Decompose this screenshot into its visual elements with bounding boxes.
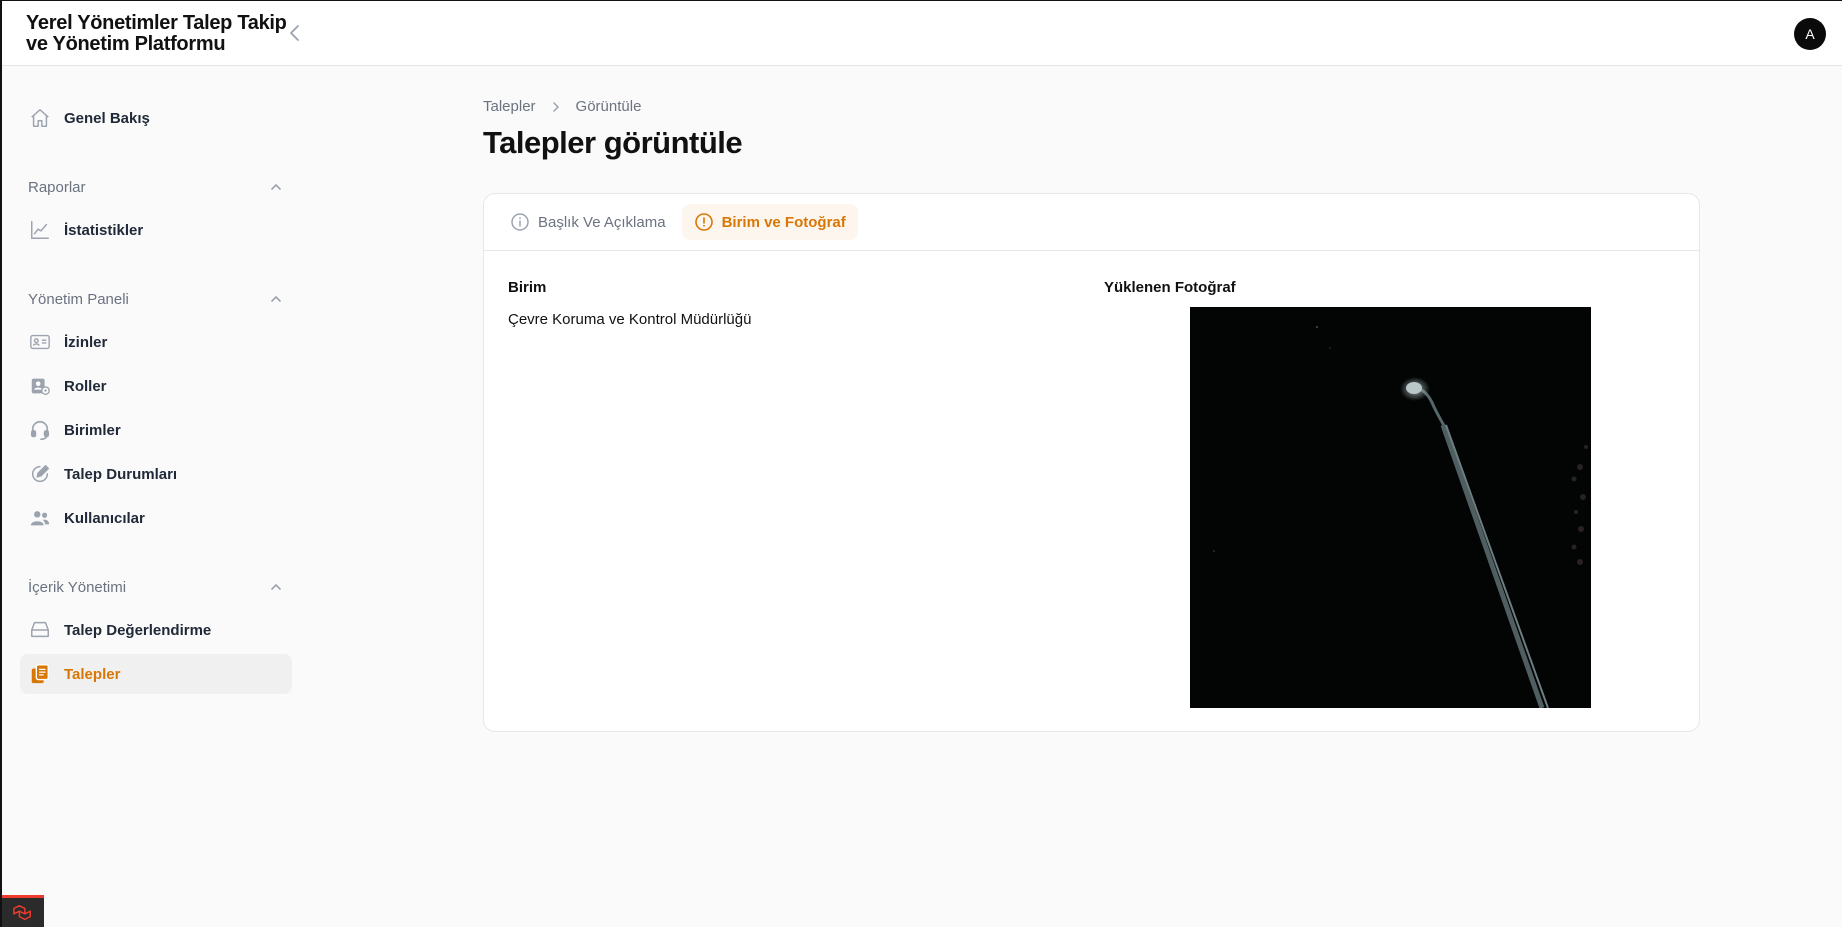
documents-icon	[28, 662, 52, 686]
page-title: Talepler görüntüle	[483, 125, 743, 160]
top-bar: Yerel Yönetimler Talep Takip ve Yönetim …	[2, 1, 1842, 66]
sidebar-item-genel-bakis[interactable]: Genel Bakış	[20, 98, 292, 138]
group-label: İçerik Yönetimi	[28, 578, 127, 596]
chevron-up-icon	[271, 295, 281, 302]
group-raporlar[interactable]: Raporlar	[28, 176, 284, 198]
collapse-sidebar-button[interactable]	[284, 21, 306, 45]
sidebar-item-talepler[interactable]: Talepler	[20, 654, 292, 694]
inbox-icon	[28, 618, 52, 642]
uploaded-photo[interactable]	[1190, 307, 1591, 708]
users-icon	[28, 506, 52, 530]
detail-card: Başlık Ve Açıklama Birim ve Fotoğraf Bir…	[483, 193, 1700, 732]
sidebar-item-label: Genel Bakış	[64, 109, 150, 127]
home-icon	[28, 106, 52, 130]
headset-icon	[28, 418, 52, 442]
info-circle-icon	[510, 212, 530, 232]
id-card-icon	[28, 330, 52, 354]
app-title[interactable]: Yerel Yönetimler Talep Takip ve Yönetim …	[26, 13, 296, 55]
tab-list: Başlık Ve Açıklama Birim ve Fotoğraf	[484, 194, 1699, 251]
tab-birim-ve-fotograf[interactable]: Birim ve Fotoğraf	[681, 204, 858, 240]
sidebar-item-talep-durumlari[interactable]: Talep Durumları	[20, 454, 292, 494]
sidebar-item-izinler[interactable]: İzinler	[20, 322, 292, 362]
sidebar-item-label: Kullanıcılar	[64, 509, 145, 527]
sidebar-item-talep-degerlendirme[interactable]: Talep Değerlendirme	[20, 610, 292, 650]
debugbar-logo-icon[interactable]	[2, 895, 44, 927]
sidebar-item-label: Talepler	[64, 665, 121, 683]
sidebar-item-label: Talep Durumları	[64, 465, 178, 483]
group-label: Raporlar	[28, 178, 86, 196]
chevron-right-icon	[550, 101, 562, 113]
unit-label: Birim	[508, 279, 547, 296]
unit-value: Çevre Koruma ve Kontrol Müdürlüğü	[508, 311, 752, 328]
sidebar: Genel Bakış Raporlar İstatistikler Yönet…	[2, 66, 302, 927]
sidebar-item-label: Birimler	[64, 421, 121, 439]
sidebar-item-label: İstatistikler	[64, 221, 144, 239]
sidebar-item-label: Talep Değerlendirme	[64, 621, 212, 639]
chevron-up-icon	[271, 183, 281, 190]
sidebar-item-kullanicilar[interactable]: Kullanıcılar	[20, 498, 292, 538]
group-yonetim-paneli[interactable]: Yönetim Paneli	[28, 288, 284, 310]
breadcrumb-item-talepler[interactable]: Talepler	[483, 98, 536, 115]
chevron-left-icon	[290, 25, 299, 41]
sidebar-item-roller[interactable]: Roller	[20, 366, 292, 406]
tab-baslik-ve-aciklama[interactable]: Başlık Ve Açıklama	[498, 204, 678, 240]
sidebar-item-label: Roller	[64, 377, 107, 395]
breadcrumb-item-goruntule: Görüntüle	[575, 98, 642, 115]
sidebar-item-birimler[interactable]: Birimler	[20, 410, 292, 450]
tab-label: Birim ve Fotoğraf	[721, 213, 846, 231]
group-label: Yönetim Paneli	[28, 290, 129, 308]
user-roles-icon	[28, 374, 52, 398]
sidebar-item-label: İzinler	[64, 333, 108, 351]
status-edit-icon	[28, 462, 52, 486]
sidebar-item-istatistikler[interactable]: İstatistikler	[20, 210, 292, 250]
info-circle-icon	[694, 212, 714, 232]
tab-label: Başlık Ve Açıklama	[538, 213, 666, 231]
group-icerik-yonetimi[interactable]: İçerik Yönetimi	[28, 576, 284, 598]
photo-label: Yüklenen Fotoğraf	[1104, 279, 1236, 296]
user-avatar[interactable]: A	[1794, 18, 1826, 50]
breadcrumb: Talepler Görüntüle	[483, 98, 641, 115]
chevron-up-icon	[271, 583, 281, 590]
chart-line-icon	[28, 218, 52, 242]
